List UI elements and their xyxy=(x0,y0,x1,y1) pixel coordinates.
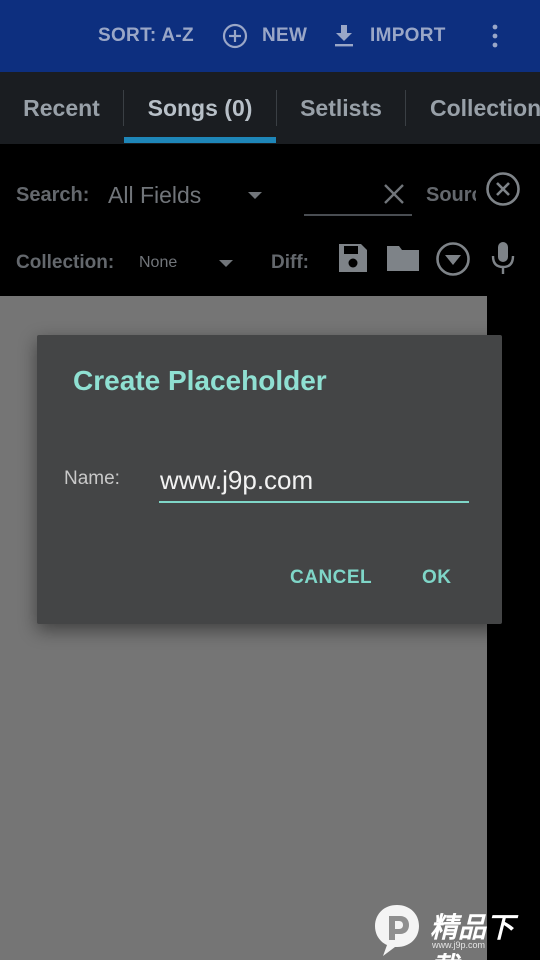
new-label: NEW xyxy=(262,25,308,46)
search-field-value: All Fields xyxy=(108,182,202,208)
clear-icon[interactable] xyxy=(382,182,406,206)
import-label: IMPORT xyxy=(370,25,446,46)
tab-collections[interactable]: Collections xyxy=(430,72,540,144)
create-placeholder-dialog: Create Placeholder Name: CANCEL OK xyxy=(37,335,502,624)
import-button[interactable]: IMPORT xyxy=(332,0,446,72)
ok-button[interactable]: OK xyxy=(422,567,452,589)
save-icon[interactable] xyxy=(336,241,370,275)
sort-label: SORT: A-Z xyxy=(98,25,194,46)
tab-label: Songs (0) xyxy=(147,94,253,121)
name-input[interactable] xyxy=(159,459,469,503)
name-label: Name: xyxy=(64,468,120,489)
new-button[interactable]: NEW xyxy=(222,0,307,72)
sort-button[interactable]: SORT: A-Z xyxy=(98,0,194,72)
top-action-bar: SORT: A-Z NEW IMPORT xyxy=(0,0,540,72)
close-circle-icon[interactable] xyxy=(485,171,521,207)
tab-label: Collections xyxy=(430,94,540,121)
add-circle-icon xyxy=(222,23,248,49)
tab-setlists[interactable]: Setlists xyxy=(277,72,405,144)
filter-panel: Search: All Fields Source Collection: No… xyxy=(0,144,540,296)
watermark: 精品下载 www.j9p.com xyxy=(370,900,536,960)
diff-label: Diff: xyxy=(271,252,309,273)
search-field-dropdown[interactable]: All Fields xyxy=(108,178,268,212)
dialog-title: Create Placeholder xyxy=(73,365,327,396)
collection-value: None xyxy=(139,254,178,271)
active-tab-indicator xyxy=(124,137,276,143)
tab-label: Recent xyxy=(23,94,100,121)
overflow-menu-icon xyxy=(492,24,498,48)
overflow-menu-button[interactable] xyxy=(480,0,510,72)
collection-label: Collection: xyxy=(16,252,115,273)
cancel-button[interactable]: CANCEL xyxy=(290,567,372,589)
tab-label: Setlists xyxy=(300,94,382,121)
download-icon xyxy=(335,25,353,47)
watermark-subtext: www.j9p.com xyxy=(432,940,486,950)
watermark-text: 精品下载 xyxy=(430,912,515,960)
tab-songs[interactable]: Songs (0) xyxy=(124,72,276,144)
chevron-down-icon xyxy=(219,260,233,267)
tab-divider xyxy=(405,90,406,126)
watermark-logo-icon xyxy=(375,905,419,956)
dropdown-circle-icon[interactable] xyxy=(435,241,471,277)
search-input-underline xyxy=(304,214,412,216)
search-label: Search: xyxy=(16,184,90,206)
collection-dropdown[interactable]: None xyxy=(139,248,239,278)
source-label[interactable]: Source xyxy=(426,184,476,207)
microphone-icon[interactable] xyxy=(490,240,516,276)
folder-icon[interactable] xyxy=(385,241,421,275)
chevron-down-icon xyxy=(248,192,262,199)
tab-recent[interactable]: Recent xyxy=(0,72,123,144)
tab-bar: Recent Songs (0) Setlists Collections xyxy=(0,72,540,144)
